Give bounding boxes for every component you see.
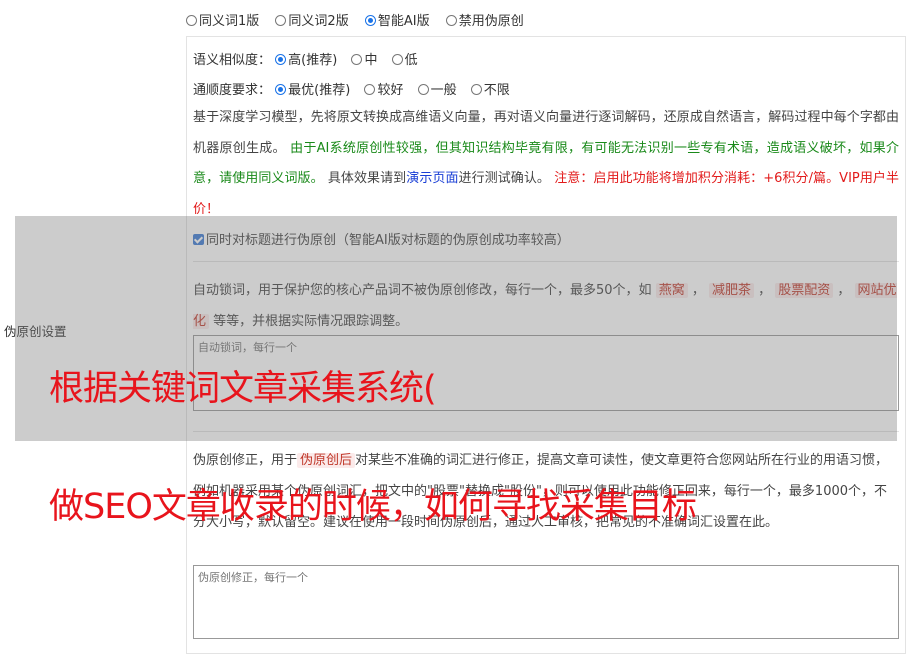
fix-words-textarea[interactable] [193,565,899,639]
mode-option-ai[interactable]: 智能AI版 [364,10,430,29]
fluency-option-normal[interactable]: 一般 [417,79,457,98]
mode-option-synonym-1[interactable]: 同义词1版 [186,10,259,29]
option-label: 中 [364,53,378,68]
mode-option-label: 同义词2版 [288,14,349,29]
similarity-option-high[interactable]: 高(推荐) [275,49,337,68]
radio-selected-icon[interactable] [275,54,287,65]
option-label: 不限 [483,83,510,98]
description-effect-prefix: 具体效果请到 [327,171,407,186]
mode-option-synonym-2[interactable]: 同义词2版 [275,10,349,29]
fluency-option-good[interactable]: 较好 [364,79,403,98]
similarity-row: 语义相似度： 高(推荐) 中 低 [193,49,899,68]
mode-option-label: 禁用伪原创 [458,14,524,29]
fluency-label: 通顺度要求： [193,83,272,98]
radio-icon[interactable] [351,54,363,65]
option-label: 较好 [377,83,404,98]
similarity-label: 语义相似度： [193,53,272,68]
option-label: 低 [404,53,418,68]
radio-selected-icon[interactable] [275,84,287,95]
radio-icon[interactable] [186,15,197,26]
radio-icon[interactable] [417,84,429,95]
mode-option-label: 智能AI版 [377,14,430,29]
radio-icon[interactable] [364,84,376,95]
description-effect-suffix: 进行测试确认。 [458,171,550,186]
similarity-option-medium[interactable]: 中 [351,49,377,68]
radio-icon[interactable] [470,84,482,95]
option-label: 一般 [430,83,457,98]
radio-icon[interactable] [275,15,287,26]
fix-words-desc-prefix: 伪原创修正，用于 [193,453,298,468]
fluency-option-unlimited[interactable]: 不限 [470,79,510,98]
similarity-option-low[interactable]: 低 [391,49,418,68]
fluency-row: 通顺度要求： 最优(推荐) 较好 一般 不限 [193,79,899,98]
option-label: 最优(推荐) [288,83,351,98]
radio-selected-icon[interactable] [364,15,376,26]
pseudo-original-mode-group: 同义词1版 同义词2版 智能AI版 禁用伪原创 [186,10,536,29]
mode-option-label: 同义词1版 [199,14,260,29]
mode-option-disable[interactable]: 禁用伪原创 [445,10,524,29]
overlay-headline-1: 根据关键词文章采集系统( [49,369,437,409]
option-label: 高(推荐) [288,53,338,68]
radio-icon[interactable] [445,15,457,26]
example-tag: 伪原创后 [297,453,356,468]
overlay-headline-2: 做SEO文章收录的时候，如何寻找采集目标 [49,487,697,527]
fluency-option-best[interactable]: 最优(推荐) [275,79,350,98]
radio-icon[interactable] [391,54,403,65]
demo-page-link[interactable]: 演示页面 [406,171,458,186]
ai-mode-description: 基于深度学习模型，先将原文转换成高维语义向量，再对语义向量进行逐词解码，还原成自… [193,103,899,225]
